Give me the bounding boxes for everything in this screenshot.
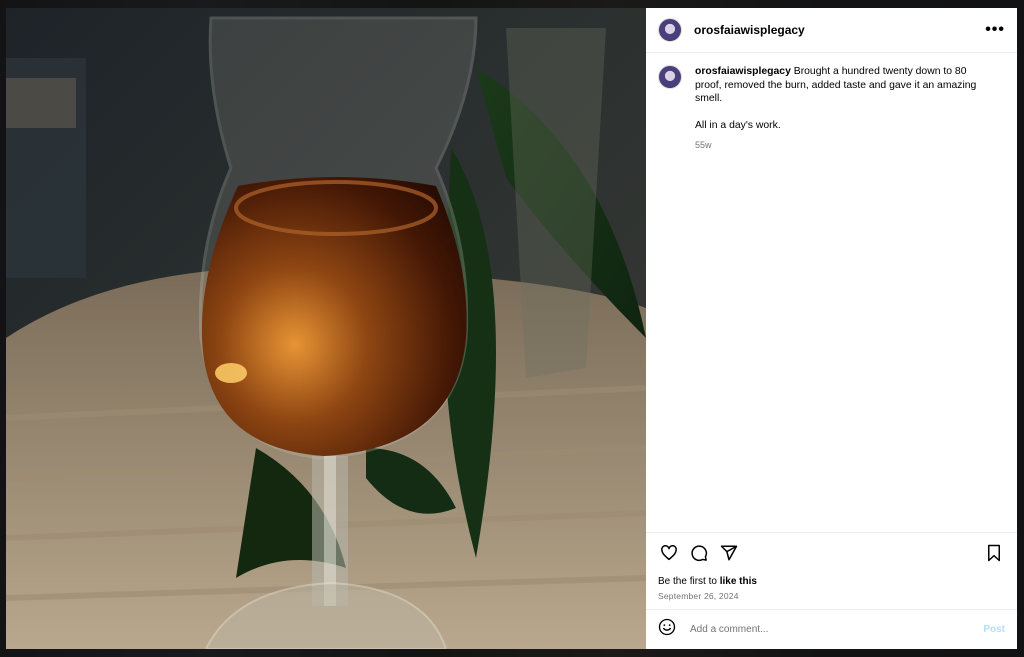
post-header: orosfaiawisplegacy ••• [646,8,1017,53]
caption-row: orosfaiawisplegacy Brought a hundred twe… [658,65,1005,152]
like-this-link[interactable]: like this [720,576,757,587]
comment-icon[interactable] [688,542,710,564]
likes-prefix: Be the first to [658,576,720,587]
caption-body: orosfaiawisplegacy Brought a hundred twe… [695,65,995,152]
header-username[interactable]: orosfaiawisplegacy [694,23,805,37]
add-comment-bar: Post [646,609,1017,649]
emoji-icon[interactable] [658,618,676,641]
post-image [6,8,646,649]
caption-timestamp[interactable]: 55w [695,139,995,153]
comment-input[interactable] [688,623,984,636]
more-icon[interactable]: ••• [985,22,1005,38]
post-side-panel: orosfaiawisplegacy ••• orosfaiawisplegac… [646,8,1017,649]
bookmark-icon[interactable] [983,542,1005,564]
heart-icon[interactable] [658,542,680,564]
post-date[interactable]: September 26, 2024 [658,591,1005,601]
likes-text: Be the first to like this [658,576,1005,587]
caption-username[interactable]: orosfaiawisplegacy [695,66,791,77]
post-actions: Be the first to like this September 26, … [646,532,1017,609]
avatar[interactable] [658,18,682,42]
post-button[interactable]: Post [983,624,1005,635]
share-icon[interactable] [718,542,740,564]
caption-avatar[interactable] [658,65,682,89]
comments-section: orosfaiawisplegacy Brought a hundred twe… [646,53,1017,532]
action-icons [658,543,1005,563]
